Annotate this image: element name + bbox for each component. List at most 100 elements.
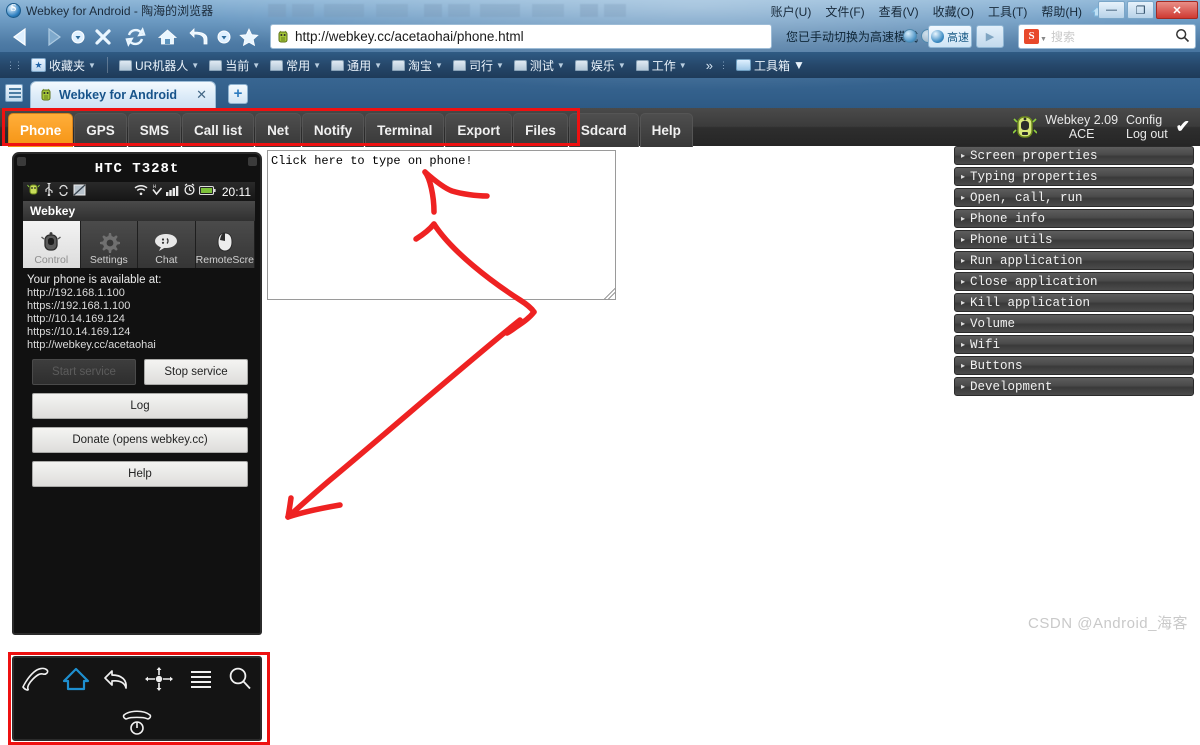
phone-url-0[interactable]: http://192.168.1.100 (23, 287, 255, 300)
dpad-icon[interactable] (142, 666, 176, 697)
menu-icon[interactable] (188, 666, 214, 697)
search-icon[interactable] (1175, 28, 1190, 46)
menu-item-favorites[interactable]: 收藏(O) (933, 3, 974, 20)
type-on-phone-textarea[interactable]: Click here to type on phone! (267, 150, 616, 300)
browser-tab-webkey[interactable]: Webkey for Android ✕ (30, 81, 216, 108)
bookmark-folder-8[interactable]: 工作 ▼ (631, 55, 692, 76)
search-icon[interactable] (226, 666, 254, 697)
tab-terminal[interactable]: Terminal (365, 113, 445, 147)
accordion-run-application[interactable]: ▸ Run application (954, 251, 1194, 270)
phone-url-3[interactable]: https://10.14.169.124 (23, 326, 255, 339)
minimize-button[interactable]: — (1098, 1, 1125, 19)
menu-item-file[interactable]: 文件(F) (825, 3, 864, 20)
phone-tab-control[interactable]: Control (23, 221, 81, 268)
nav-history-dropdown-icon[interactable] (70, 23, 86, 51)
tab-notify[interactable]: Notify (301, 113, 365, 147)
tab-help[interactable]: Help (639, 113, 693, 147)
bookmark-folder-4[interactable]: 淘宝 ▼ (387, 55, 448, 76)
bookmark-folder-0[interactable]: UR机器人 ▼ (114, 55, 204, 76)
bookmarks-grip-2[interactable]: ⋮ (719, 60, 728, 71)
donate-button[interactable]: Donate (opens webkey.cc) (32, 427, 248, 453)
endcall-power-icon[interactable] (120, 704, 154, 741)
bookmark-folder-7[interactable]: 娱乐 ▼ (570, 55, 631, 76)
bookmark-favorites[interactable]: ★ 收藏夹 ▼ (26, 55, 101, 76)
accordion-typing-properties[interactable]: ▸ Typing properties (954, 167, 1194, 186)
accordion-development[interactable]: ▸ Development (954, 377, 1194, 396)
refresh-icon[interactable] (120, 23, 150, 51)
bookmark-folder-1[interactable]: 当前 ▼ (204, 55, 265, 76)
tab-export[interactable]: Export (445, 113, 513, 147)
chevron-right-icon: ▸ (961, 277, 966, 286)
back-icon[interactable] (6, 23, 36, 51)
window-menu[interactable]: 账户(U) 文件(F) 查看(V) 收藏(O) 工具(T) 帮助(H) (771, 3, 1082, 20)
accordion-buttons[interactable]: ▸ Buttons (954, 356, 1194, 375)
bookmark-folder-3[interactable]: 通用 ▼ (326, 55, 387, 76)
accordion-phone-info[interactable]: ▸ Phone info (954, 209, 1194, 228)
phone-tab-bar: Control Settings Chat RemoteScre (23, 221, 255, 268)
menu-item-help[interactable]: 帮助(H) (1041, 3, 1082, 20)
play-button[interactable]: ▶ (976, 25, 1004, 48)
home-icon[interactable] (62, 666, 90, 697)
stop-service-button[interactable]: Stop service (144, 359, 248, 385)
phone-url-2[interactable]: http://10.14.169.124 (23, 313, 255, 326)
menu-item-account[interactable]: 账户(U) (771, 3, 812, 20)
new-tab-button[interactable]: + (228, 84, 248, 104)
toolbox-button[interactable]: 工具箱 ▼ (731, 55, 810, 76)
accordion-volume[interactable]: ▸ Volume (954, 314, 1194, 333)
phone-url-4[interactable]: http://webkey.cc/acetaohai (23, 339, 255, 352)
accordion-phone-utils[interactable]: ▸ Phone utils (954, 230, 1194, 249)
phone-screen-mirror[interactable]: HTC T328t H 20:11 Webkey Control Setting… (12, 152, 262, 635)
config-link[interactable]: Config (1126, 113, 1168, 127)
menu-item-tools[interactable]: 工具(T) (988, 3, 1027, 20)
forward-icon[interactable] (38, 23, 68, 51)
bookmarks-grip[interactable]: ⋮⋮ (6, 60, 23, 71)
tab-call-list[interactable]: Call list (182, 113, 255, 147)
tab-sms[interactable]: SMS (127, 113, 182, 147)
address-url-text: http://webkey.cc/acetaohai/phone.html (295, 29, 524, 44)
browser-mode-icon-1[interactable] (903, 29, 917, 43)
chevron-down-icon[interactable]: ▼ (1040, 36, 1047, 43)
home-icon[interactable] (152, 23, 182, 51)
window-buttons[interactable]: — ❐ ✕ (1098, 1, 1198, 19)
close-icon[interactable]: ✕ (196, 87, 207, 103)
accordion-open-call-run[interactable]: ▸ Open, call, run (954, 188, 1194, 207)
accordion-close-application[interactable]: ▸ Close application (954, 272, 1194, 291)
search-input[interactable]: 搜索 (1051, 28, 1175, 45)
logout-link[interactable]: Log out (1126, 127, 1168, 141)
resize-grip[interactable] (604, 288, 615, 299)
star-icon[interactable] (234, 23, 264, 51)
bookmarks-overflow-button[interactable]: » (706, 58, 713, 73)
speed-mode-button[interactable]: 高速 (928, 25, 972, 48)
call-icon[interactable] (20, 666, 50, 697)
close-button[interactable]: ✕ (1156, 1, 1198, 19)
undo-icon[interactable] (184, 23, 214, 51)
back-icon[interactable] (102, 666, 130, 697)
bookmark-folder-5[interactable]: 司行 ▼ (448, 55, 509, 76)
accordion-screen-properties[interactable]: ▸ Screen properties (954, 146, 1194, 165)
bookmark-folder-2[interactable]: 常用 ▼ (265, 55, 326, 76)
phone-tab-remotescreen[interactable]: RemoteScre (195, 221, 255, 268)
webkey-robot-icon (1012, 114, 1038, 140)
menu-item-view[interactable]: 查看(V) (879, 3, 919, 20)
tab-list-button[interactable] (5, 84, 23, 102)
log-button[interactable]: Log (32, 393, 248, 419)
stop-icon[interactable] (88, 23, 118, 51)
tab-files[interactable]: Files (513, 113, 568, 147)
address-bar[interactable]: http://webkey.cc/acetaohai/phone.html (270, 24, 772, 49)
undo-dropdown-icon[interactable] (216, 23, 232, 51)
phone-url-1[interactable]: https://192.168.1.100 (23, 300, 255, 313)
search-bar[interactable]: S ▼ 搜索 (1018, 24, 1196, 49)
search-engine-icon[interactable]: S (1024, 29, 1039, 44)
accordion-kill-application[interactable]: ▸ Kill application (954, 293, 1194, 312)
maximize-button[interactable]: ❐ (1127, 1, 1154, 19)
help-button[interactable]: Help (32, 461, 248, 487)
speed-mode-note: 您已手动切换为高速模式 (786, 30, 919, 44)
tab-sdcard[interactable]: Sdcard (568, 113, 639, 147)
phone-tab-chat[interactable]: Chat (138, 221, 196, 268)
tab-net[interactable]: Net (255, 113, 301, 147)
phone-tab-settings[interactable]: Settings (80, 221, 139, 268)
accordion-wifi[interactable]: ▸ Wifi (954, 335, 1194, 354)
tab-phone[interactable]: Phone (8, 113, 74, 147)
bookmark-folder-6[interactable]: 测试 ▼ (509, 55, 570, 76)
tab-gps[interactable]: GPS (74, 113, 127, 147)
